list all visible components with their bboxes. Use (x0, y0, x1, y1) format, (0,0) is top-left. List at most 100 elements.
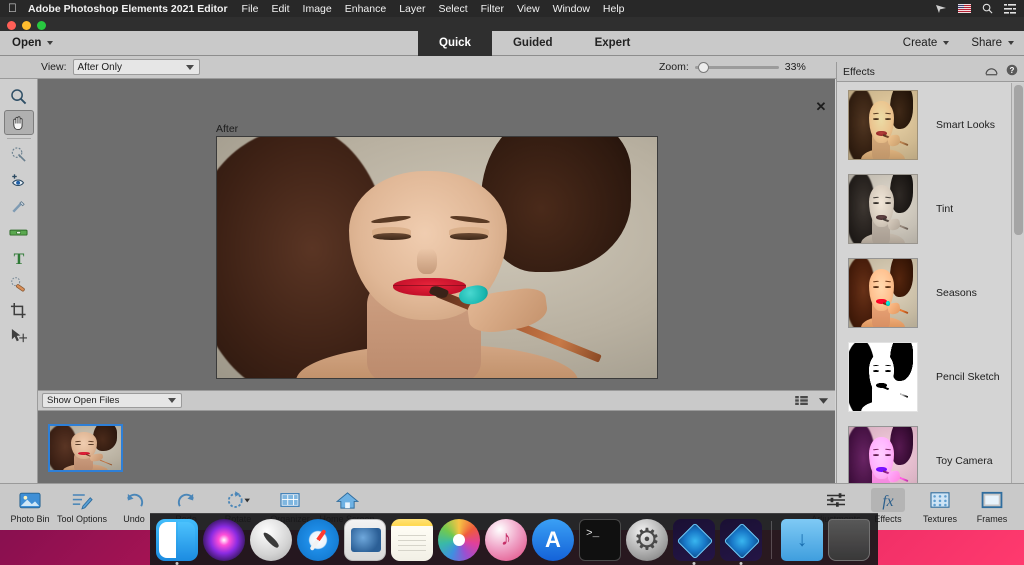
share-button[interactable]: Share (971, 37, 1014, 49)
dock-photoshop-elements-editor-icon[interactable] (673, 518, 715, 565)
menu-item-select[interactable]: Select (438, 3, 467, 15)
thumb-eyebrow-right (87, 440, 95, 442)
scrollbar-thumb[interactable] (1014, 85, 1023, 235)
dock-photos-icon[interactable] (438, 518, 480, 561)
open-photo-thumbnail[interactable] (48, 424, 123, 472)
effects-panel-scrollbar[interactable] (1011, 83, 1024, 483)
after-label: After (216, 123, 239, 135)
dock-photoshop-elements-organizer-icon[interactable] (720, 518, 762, 565)
tool-options-button[interactable]: Tool Options (56, 488, 108, 524)
effects-panel: Effects ? Smart Looks Tint Seasons Penci… (836, 62, 1024, 483)
menu-item-enhance[interactable]: Enhance (345, 3, 386, 15)
dock-safari-icon[interactable] (297, 518, 339, 561)
menu-item-file[interactable]: File (242, 3, 259, 15)
edit-mode-tabs: Quick Guided Expert (418, 31, 651, 56)
effect-label: Seasons (936, 287, 977, 299)
dock-app-store-icon[interactable] (532, 518, 574, 561)
tab-expert[interactable]: Expert (574, 31, 652, 56)
menu-item-window[interactable]: Window (553, 3, 590, 15)
dock-terminal-icon[interactable] (579, 518, 621, 561)
effect-item-seasons[interactable]: Seasons (837, 251, 1012, 335)
dock-system-preferences-icon[interactable] (626, 518, 668, 561)
zoom-slider-handle[interactable] (697, 61, 709, 73)
control-center-icon[interactable] (1004, 3, 1016, 14)
quick-selection-tool[interactable] (4, 142, 34, 167)
photo-bin-bar: Show Open Files (38, 390, 835, 411)
crop-tool[interactable] (4, 298, 34, 323)
list-view-icon[interactable] (795, 392, 808, 410)
type-tool[interactable]: T (4, 246, 34, 271)
tab-guided[interactable]: Guided (492, 31, 574, 56)
window-maximize-button[interactable] (37, 21, 46, 30)
effect-item-pencil-sketch[interactable]: Pencil Sketch (837, 335, 1012, 419)
tool-divider (6, 138, 31, 139)
menu-item-edit[interactable]: Edit (271, 3, 289, 15)
apple-icon[interactable]:  (8, 2, 17, 16)
move-tool[interactable] (4, 324, 34, 349)
menu-item-help[interactable]: Help (603, 3, 625, 15)
chevron-down-icon (1008, 40, 1014, 45)
photo-lip-line (393, 285, 466, 287)
zoom-tool[interactable] (4, 84, 34, 109)
help-icon[interactable]: ? (1006, 63, 1018, 81)
us-flag-icon[interactable] (958, 4, 971, 13)
effects-list[interactable]: Smart Looks Tint Seasons Pencil Sketch T… (837, 83, 1012, 483)
whiten-teeth-tool[interactable] (4, 194, 34, 219)
chevron-down-icon (168, 398, 176, 403)
window-close-button[interactable] (7, 21, 16, 30)
tab-quick[interactable]: Quick (418, 31, 492, 56)
spot-healing-brush-tool[interactable] (4, 272, 34, 297)
create-button[interactable]: Create (903, 37, 950, 49)
create-button-label: Create (902, 37, 938, 49)
svg-text:?: ? (1010, 66, 1015, 75)
app-toolbar: Open Quick Guided Expert Create Share (0, 31, 1024, 56)
photo-bin-icon (19, 488, 41, 512)
effect-item-smart-looks[interactable]: Smart Looks (837, 83, 1012, 167)
eye-icon (10, 173, 28, 189)
effect-item-tint[interactable]: Tint (837, 167, 1012, 251)
photo-bin-tray[interactable] (38, 411, 835, 483)
straighten-tool[interactable] (4, 220, 34, 245)
close-x-icon[interactable]: ✕ (815, 100, 827, 113)
hand-tool[interactable] (3, 110, 34, 135)
canvas-area[interactable]: After ✕ (38, 79, 835, 390)
edited-photo[interactable] (216, 136, 658, 379)
search-icon[interactable] (982, 3, 993, 14)
quick-selection-icon (10, 146, 27, 163)
zoom-slider[interactable] (694, 61, 779, 73)
menu-item-view[interactable]: View (517, 3, 540, 15)
airplay-icon[interactable] (935, 4, 947, 14)
effect-item-toy-camera[interactable]: Toy Camera (837, 419, 1012, 483)
effect-thumbnail (848, 90, 918, 160)
dock-mail-icon[interactable] (344, 518, 386, 561)
dock-finder-icon[interactable] (156, 518, 198, 565)
red-eye-removal-tool[interactable] (4, 168, 34, 193)
chevron-down-icon (47, 40, 54, 45)
dock-siri-icon[interactable] (203, 518, 245, 561)
zoom-control-group: Zoom: 33% (659, 61, 806, 73)
dock-launchpad-icon[interactable] (250, 518, 292, 561)
collapse-panel-icon[interactable] (985, 63, 998, 81)
menu-item-layer[interactable]: Layer (399, 3, 425, 15)
photo-bin-filter-select[interactable]: Show Open Files (42, 393, 182, 408)
chevron-down-icon[interactable] (818, 392, 829, 410)
hand-icon (10, 114, 27, 131)
effect-label: Pencil Sketch (936, 371, 1000, 383)
open-button-label: Open (12, 37, 42, 49)
dock-trash-icon[interactable] (828, 518, 870, 561)
photo-bin-button[interactable]: Photo Bin (4, 488, 56, 524)
active-app-name: Adobe Photoshop Elements 2021 Editor (19, 2, 228, 15)
brush-icon (10, 198, 27, 215)
view-mode-select[interactable]: After Only (72, 59, 200, 75)
thumb-eye-left (75, 443, 82, 445)
open-button[interactable]: Open (12, 37, 54, 49)
dock-notes-icon[interactable] (391, 518, 433, 561)
dock-itunes-icon[interactable] (485, 518, 527, 561)
menu-item-filter[interactable]: Filter (481, 3, 504, 15)
window-minimize-button[interactable] (22, 21, 31, 30)
textures-button[interactable]: Textures (914, 488, 966, 524)
frames-button[interactable]: Frames (966, 488, 1018, 524)
effects-panel-title: Effects (843, 65, 875, 78)
menu-item-image[interactable]: Image (303, 3, 332, 15)
dock-downloads-icon[interactable] (781, 518, 823, 561)
